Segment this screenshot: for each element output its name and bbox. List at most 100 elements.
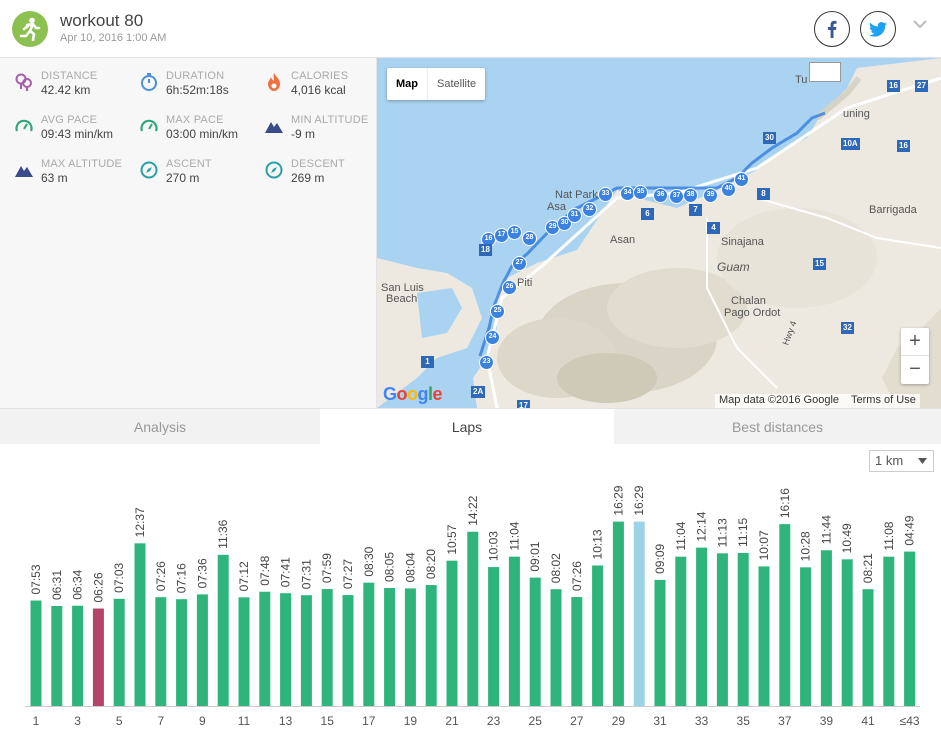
lap-bar[interactable]	[696, 547, 708, 706]
lap-bar[interactable]	[425, 585, 437, 706]
stat-avg-pace: AVG PACE 09:43 min/km	[14, 114, 134, 148]
fullscreen-button[interactable]	[809, 62, 841, 82]
x-tick-label: 33	[695, 714, 709, 728]
route-marker[interactable]: 39	[703, 188, 718, 203]
lap-bar[interactable]	[113, 598, 125, 706]
lap-bar[interactable]	[342, 595, 354, 706]
lap-bar[interactable]	[612, 521, 624, 706]
route-marker[interactable]: 27	[512, 256, 527, 271]
map-type-satellite-button[interactable]: Satellite	[427, 68, 485, 100]
route-marker[interactable]: 23	[479, 355, 494, 370]
lap-bar[interactable]	[134, 543, 146, 706]
tab-analysis[interactable]: Analysis	[0, 409, 320, 445]
lap-bar[interactable]	[72, 605, 84, 706]
lap-bar[interactable]	[404, 588, 416, 706]
route-marker[interactable]: 25	[490, 304, 505, 319]
stats-panel: DISTANCE 42.42 km DURATION 6h:52m:18s CA…	[0, 58, 377, 408]
lap-bar[interactable]	[737, 552, 749, 706]
running-icon	[12, 11, 48, 47]
route-marker[interactable]: 41	[734, 172, 749, 187]
route-map[interactable]: 16 17 15 28 29 30 31 32 33 34 35 36 37 38 39 40 41 27 26 25…	[377, 58, 941, 408]
lap-bar[interactable]	[508, 556, 520, 706]
lap-bar[interactable]	[529, 577, 541, 706]
lap-bar[interactable]	[800, 567, 812, 706]
stat-label: DISTANCE	[41, 70, 98, 82]
lap-bar[interactable]	[820, 550, 832, 706]
x-tick-label: 37	[778, 714, 792, 728]
stat-value: 270 m	[166, 171, 200, 185]
route-marker[interactable]: 15	[507, 225, 522, 240]
route-marker[interactable]: 24	[485, 330, 500, 345]
route-marker[interactable]: 26	[502, 280, 517, 295]
lap-time-label: 11:08	[882, 521, 896, 550]
lap-bar[interactable]	[280, 593, 292, 706]
lap-bar[interactable]	[30, 600, 42, 706]
lap-bar[interactable]	[238, 597, 250, 706]
lap-bar[interactable]	[488, 567, 500, 706]
lap-bar[interactable]	[841, 559, 853, 706]
lap-bar[interactable]	[321, 589, 333, 706]
lap-bar[interactable]	[446, 560, 458, 706]
route-marker[interactable]: 38	[683, 188, 698, 203]
lap-bar[interactable]	[467, 531, 479, 706]
twitter-share-button[interactable]	[860, 11, 896, 47]
terms-of-use-link[interactable]: Terms of Use	[851, 394, 916, 408]
stat-ascent: ASCENT 270 m	[139, 158, 259, 192]
lap-bar[interactable]	[176, 599, 188, 706]
lap-bar[interactable]	[779, 524, 791, 706]
lap-bar[interactable]	[196, 594, 208, 706]
route-marker[interactable]: 28	[522, 231, 537, 246]
lap-bar[interactable]	[654, 579, 666, 706]
road-shield: 16	[897, 140, 910, 152]
x-tick-label: 23	[487, 714, 501, 728]
route-marker[interactable]: 35	[633, 185, 648, 200]
map-type-map-button[interactable]: Map	[387, 68, 427, 100]
lap-bar[interactable]	[675, 556, 687, 706]
route-marker[interactable]: 31	[567, 208, 582, 223]
lap-bar[interactable]	[592, 565, 604, 706]
route-marker[interactable]: 33	[598, 187, 613, 202]
lap-bar[interactable]	[259, 591, 271, 706]
lap-time-label: 16:16	[778, 488, 792, 518]
zoom-in-button[interactable]: +	[901, 328, 929, 356]
lap-time-label: 09:09	[653, 544, 667, 574]
zoom-out-button[interactable]: −	[901, 356, 929, 384]
lap-bar[interactable]	[862, 589, 874, 706]
tab-best-distances[interactable]: Best distances	[614, 409, 941, 445]
lap-bar[interactable]	[883, 556, 895, 706]
stat-descent: DESCENT 269 m	[264, 158, 384, 192]
lap-bar[interactable]	[571, 597, 583, 706]
route-marker[interactable]: 40	[721, 182, 736, 197]
chevron-down-icon[interactable]	[912, 18, 928, 30]
route-marker[interactable]: 32	[582, 202, 597, 217]
lap-bar[interactable]	[155, 597, 167, 706]
x-tick-label: 31	[653, 714, 667, 728]
lap-time-label: 07:36	[195, 558, 209, 588]
lap-bar[interactable]	[363, 582, 375, 706]
lap-time-label: 11:13	[715, 518, 729, 547]
lap-time-label: 08:30	[362, 546, 376, 576]
lap-bar[interactable]	[92, 608, 104, 706]
route-marker[interactable]: 36	[653, 188, 668, 203]
flame-icon	[264, 72, 284, 92]
road-shield: 8	[757, 188, 770, 200]
map-label-tamuning: uning	[843, 108, 870, 120]
road-shield: 18	[479, 244, 492, 256]
facebook-share-button[interactable]	[814, 11, 850, 47]
lap-bar[interactable]	[300, 595, 312, 706]
tab-laps[interactable]: Laps	[320, 409, 614, 445]
map-label-pago-ordot: Pago Ordot	[724, 307, 781, 319]
lap-distance-select[interactable]: 1 km	[869, 450, 934, 472]
x-tick-label: 41	[861, 714, 875, 728]
x-tick-label: 27	[570, 714, 584, 728]
lap-bar[interactable]	[758, 566, 770, 706]
lap-bar[interactable]	[217, 554, 229, 706]
lap-bar[interactable]	[550, 589, 562, 706]
route-marker[interactable]: 37	[669, 189, 684, 204]
lap-bar[interactable]	[633, 521, 645, 706]
lap-bar[interactable]	[716, 553, 728, 706]
lap-bar[interactable]	[51, 606, 63, 706]
lap-bar[interactable]	[384, 588, 396, 706]
lap-bar[interactable]	[904, 551, 916, 706]
lap-time-label: 12:37	[133, 507, 147, 537]
